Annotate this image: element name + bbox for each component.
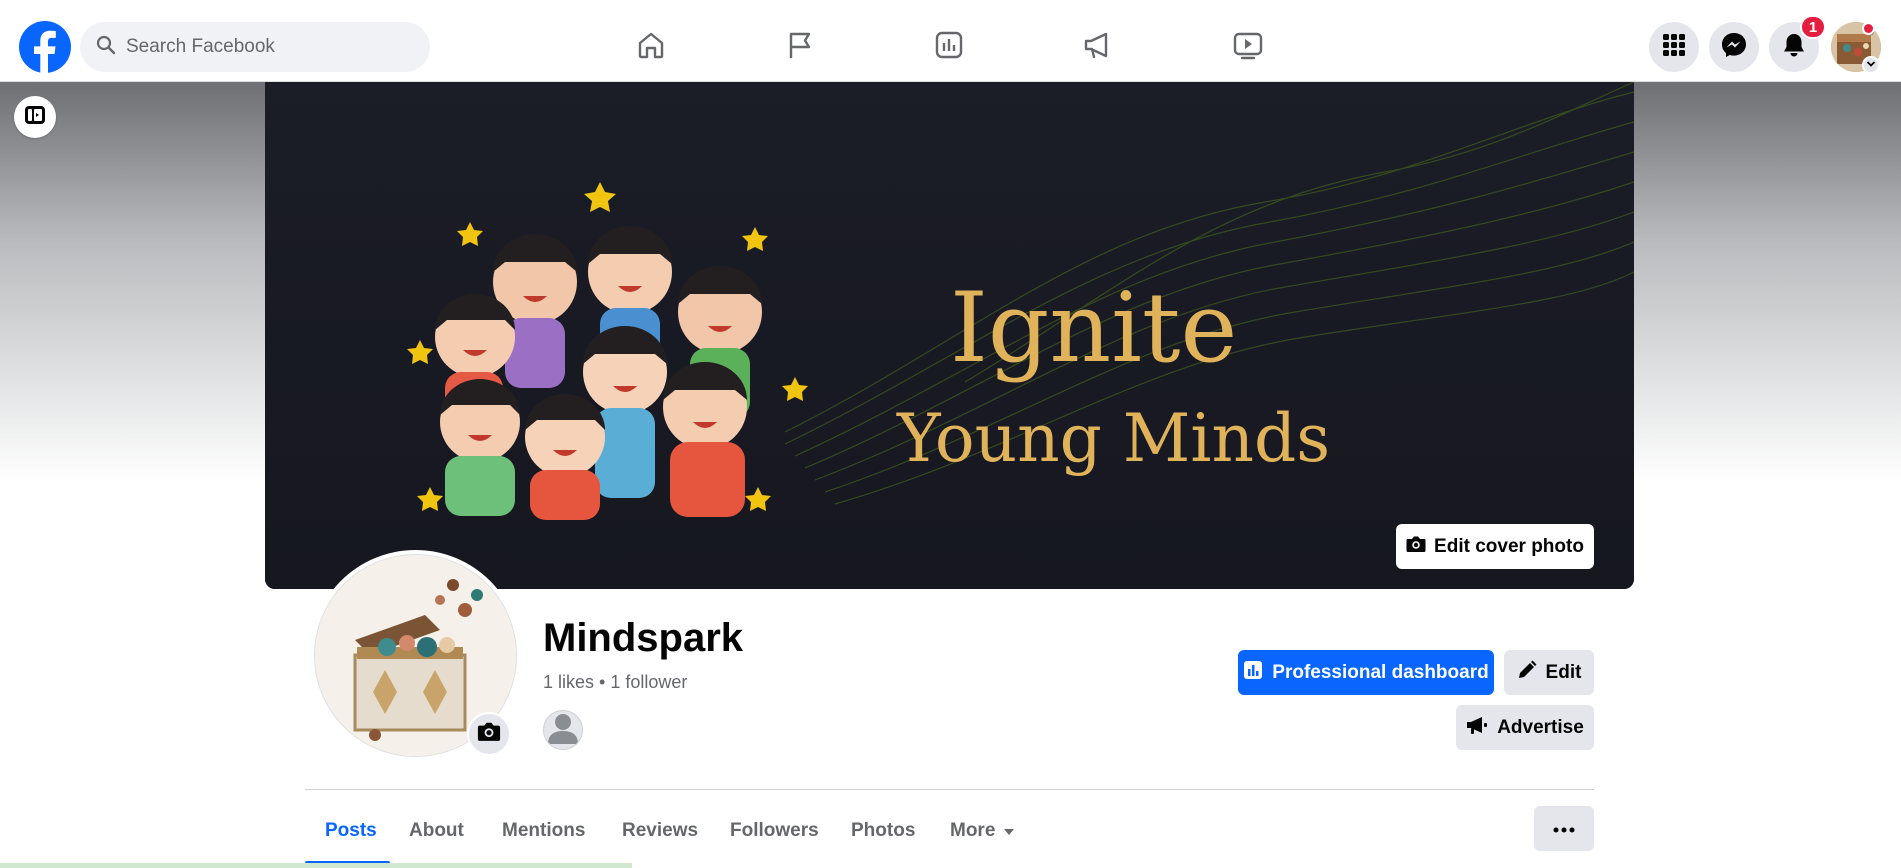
video-icon — [1232, 29, 1264, 66]
dashboard-chart-icon — [1243, 660, 1263, 686]
page-stats[interactable]: 1 likes • 1 follower — [543, 672, 687, 693]
search-box[interactable] — [80, 22, 430, 72]
tab-more[interactable]: More — [950, 811, 1015, 851]
account-menu-chevron[interactable] — [1862, 56, 1880, 74]
update-profile-picture-button[interactable] — [467, 712, 511, 756]
tab-more-label: More — [950, 820, 996, 841]
person-silhouette-icon — [545, 711, 581, 749]
sidebar-panel-icon — [23, 103, 47, 132]
camera-icon — [1406, 535, 1426, 559]
tab-reviews[interactable]: Reviews — [622, 811, 698, 851]
follower-avatar[interactable] — [543, 710, 583, 750]
home-icon — [635, 29, 667, 66]
bell-icon — [1781, 32, 1807, 63]
professional-dashboard-label: Professional dashboard — [1272, 661, 1489, 683]
pencil-icon — [1517, 660, 1537, 686]
top-navigation-bar: 1 — [0, 0, 1901, 82]
megaphone-icon — [1466, 715, 1488, 741]
menu-grid-icon — [1662, 33, 1686, 62]
tab-mentions[interactable]: Mentions — [502, 811, 585, 851]
camera-icon — [477, 721, 501, 747]
ellipsis-icon — [1553, 820, 1575, 838]
cover-title-line1: Ignite — [950, 272, 1238, 384]
tab-followers[interactable]: Followers — [730, 811, 819, 851]
tab-posts[interactable]: Posts — [325, 811, 377, 851]
flag-icon — [784, 29, 816, 66]
advertise-button[interactable]: Advertise — [1456, 705, 1594, 750]
nav-video-tab[interactable] — [1220, 20, 1276, 74]
caret-down-icon — [1003, 820, 1015, 842]
notification-count-badge: 1 — [1800, 15, 1826, 39]
edit-label: Edit — [1545, 661, 1582, 683]
sidebar-toggle-button[interactable] — [14, 96, 56, 138]
page-title: Mindspark — [543, 616, 744, 660]
chevron-down-icon — [1866, 56, 1876, 74]
megaphone-icon — [1082, 29, 1114, 66]
nav-home-tab[interactable] — [623, 20, 679, 74]
nav-pages-tab[interactable] — [772, 20, 828, 74]
facebook-logo-icon[interactable] — [19, 21, 71, 73]
cover-title-line2: Young Minds — [897, 400, 1331, 477]
insights-icon — [933, 29, 965, 66]
tab-about[interactable]: About — [409, 811, 464, 851]
professional-dashboard-button[interactable]: Professional dashboard — [1238, 650, 1494, 695]
nav-ads-tab[interactable] — [1070, 20, 1126, 74]
advertise-label: Advertise — [1497, 716, 1584, 738]
tab-photos[interactable]: Photos — [851, 811, 915, 851]
search-input[interactable] — [126, 36, 406, 58]
edit-cover-photo-button[interactable]: Edit cover photo — [1396, 524, 1594, 569]
search-icon — [96, 35, 116, 60]
edit-page-button[interactable]: Edit — [1504, 650, 1594, 695]
header-divider — [305, 789, 1594, 790]
page-loading-bar — [0, 863, 632, 868]
edit-cover-label: Edit cover photo — [1434, 535, 1584, 557]
menu-button[interactable] — [1649, 22, 1699, 72]
cover-photo[interactable]: Ignite Young Minds — [265, 82, 1634, 589]
more-options-button[interactable] — [1534, 806, 1594, 851]
messenger-icon — [1720, 31, 1748, 64]
nav-insights-tab[interactable] — [921, 20, 977, 74]
messenger-button[interactable] — [1709, 22, 1759, 72]
account-alert-dot — [1862, 22, 1875, 35]
